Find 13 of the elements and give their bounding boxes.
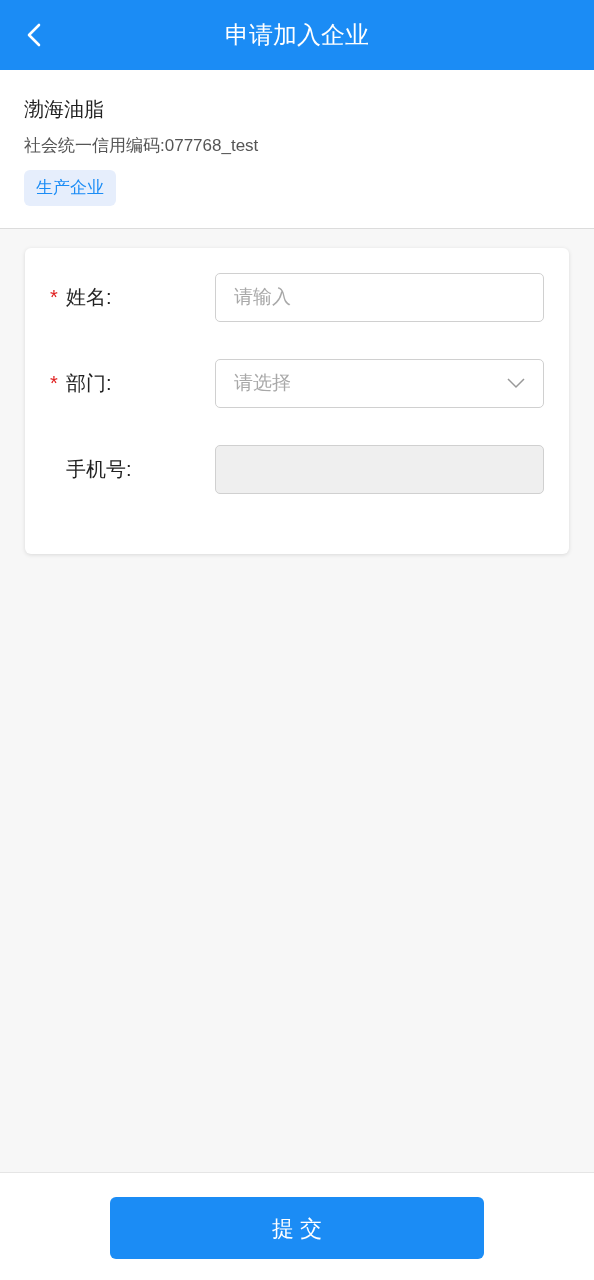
company-type-tag: 生产企业 bbox=[24, 170, 116, 206]
chevron-down-icon bbox=[507, 377, 525, 389]
page-title: 申请加入企业 bbox=[225, 20, 369, 50]
input-field[interactable]: 请输入 bbox=[215, 272, 544, 322]
required-asterisk: * bbox=[50, 287, 59, 307]
credit-code: 社会统一信用编码:077768_test bbox=[24, 135, 260, 157]
field-label: 手机号: bbox=[66, 457, 132, 482]
field-label: 部门: bbox=[66, 371, 112, 396]
submit-button[interactable]: 提 交 bbox=[110, 1197, 484, 1259]
field-label: 姓名: bbox=[66, 285, 112, 310]
department-select[interactable]: 请选择 bbox=[215, 358, 544, 408]
company-name: 渤海油脂 bbox=[24, 97, 105, 122]
required-asterisk: * bbox=[50, 373, 59, 393]
